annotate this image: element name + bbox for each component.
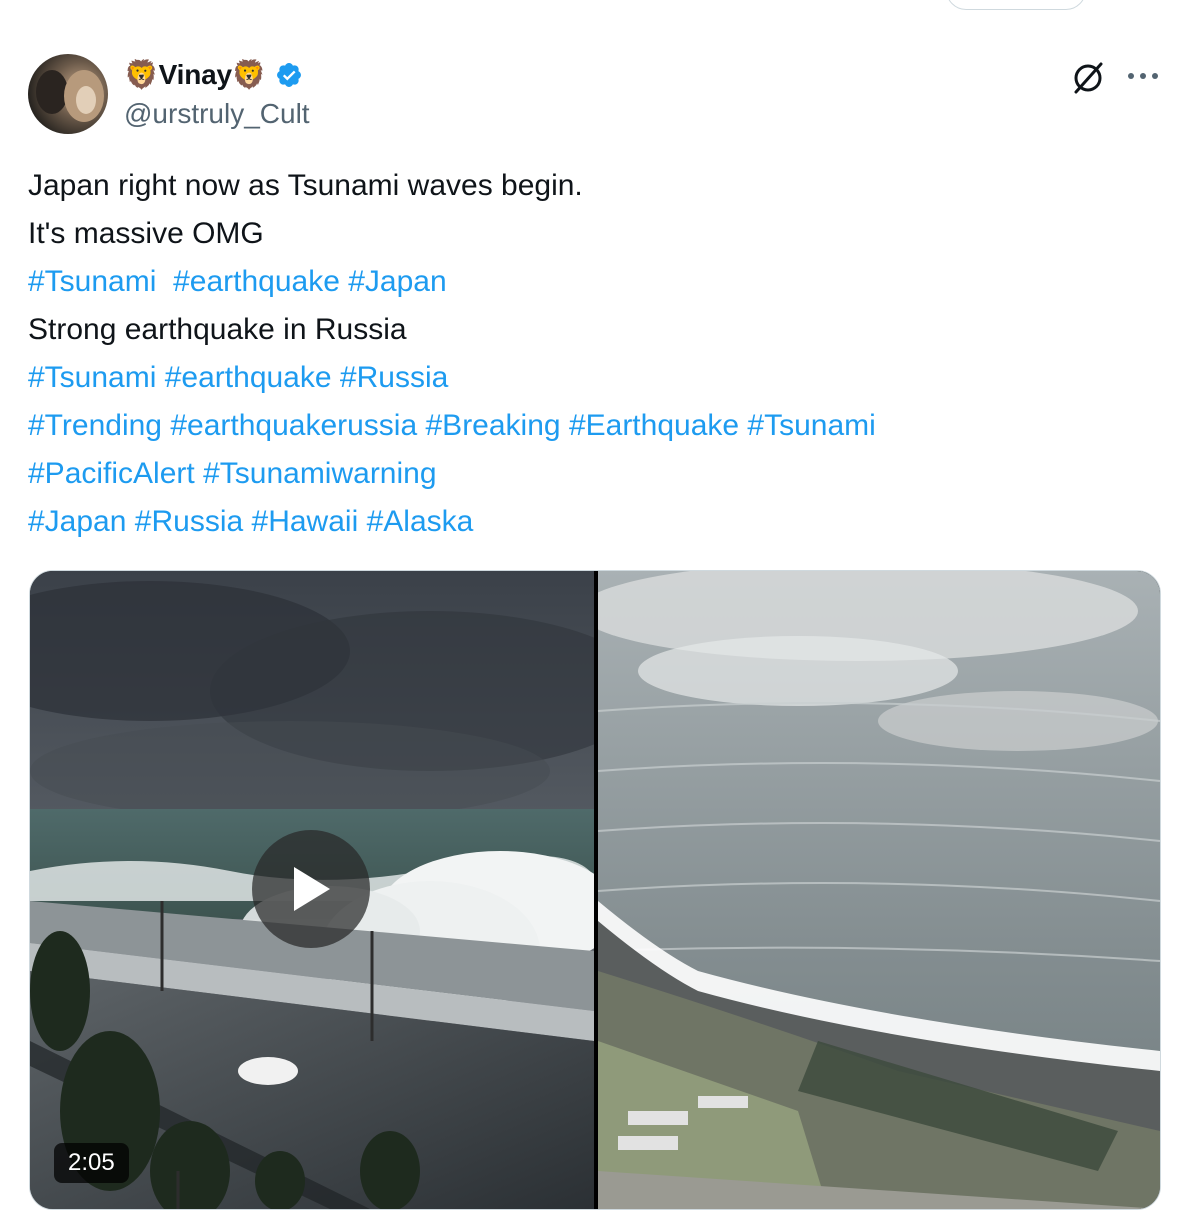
more-icon[interactable]: [1124, 66, 1162, 86]
display-name[interactable]: 🦁Vinay🦁: [124, 58, 267, 91]
hashtag-link[interactable]: #Japan: [348, 265, 446, 298]
hashtag-link[interactable]: #Tsunami: [747, 409, 875, 442]
verified-badge-icon: [276, 62, 301, 87]
hashtag-line: #Tsunami #earthquake #Japan: [28, 258, 1158, 306]
hashtag-link[interactable]: #earthquake: [173, 265, 340, 298]
top-pill-button[interactable]: [946, 0, 1086, 10]
hashtag-line: #Trending #earthquakerussia #Breaking #E…: [28, 402, 1158, 450]
hashtag-link[interactable]: #Russia: [340, 361, 448, 394]
hashtag-link[interactable]: #Tsunami: [28, 361, 156, 394]
video-duration: 2:05: [54, 1143, 129, 1183]
hashtag-line: #Japan #Russia #Hawaii #Alaska: [28, 498, 1158, 546]
hashtag-link[interactable]: #Breaking: [426, 409, 561, 442]
tweet-line: It's massive OMG: [28, 217, 264, 250]
tweet-page: 🦁Vinay🦁 @urstruly_Cult Japan right now a…: [0, 0, 1192, 1218]
hashtag-link[interactable]: #Japan: [28, 505, 126, 538]
media-image[interactable]: [598, 571, 1160, 1209]
media-grid: 2:05: [29, 570, 1161, 1210]
hashtag-link[interactable]: #earthquake: [165, 361, 332, 394]
play-icon: [294, 867, 330, 911]
video-thumbnail[interactable]: 2:05: [30, 571, 594, 1209]
hashtag-line: #Tsunami #earthquake #Russia: [28, 354, 1158, 402]
tweet-line: Strong earthquake in Russia: [28, 313, 407, 346]
avatar[interactable]: [28, 54, 108, 134]
hashtag-link[interactable]: #Tsunamiwarning: [203, 457, 436, 490]
hashtag-link[interactable]: #earthquakerussia: [170, 409, 417, 442]
hashtag-link[interactable]: #Tsunami: [28, 265, 156, 298]
hashtag-link[interactable]: #Russia: [135, 505, 243, 538]
grok-icon[interactable]: [1070, 60, 1106, 96]
hashtag-link[interactable]: #Earthquake: [569, 409, 739, 442]
tweet-text: Japan right now as Tsunami waves begin. …: [28, 162, 1158, 546]
play-button[interactable]: [252, 830, 370, 948]
hashtag-link[interactable]: #Trending: [28, 409, 162, 442]
user-handle[interactable]: @urstruly_Cult: [124, 98, 310, 130]
hashtag-link[interactable]: #Alaska: [367, 505, 474, 538]
tweet-line: Japan right now as Tsunami waves begin.: [28, 169, 583, 202]
hashtag-link[interactable]: #PacificAlert: [28, 457, 195, 490]
hashtag-line: #PacificAlert #Tsunamiwarning: [28, 450, 1158, 498]
name-row[interactable]: 🦁Vinay🦁: [124, 58, 303, 91]
hashtag-link[interactable]: #Hawaii: [252, 505, 359, 538]
tweet-header: 🦁Vinay🦁 @urstruly_Cult: [28, 54, 1164, 134]
